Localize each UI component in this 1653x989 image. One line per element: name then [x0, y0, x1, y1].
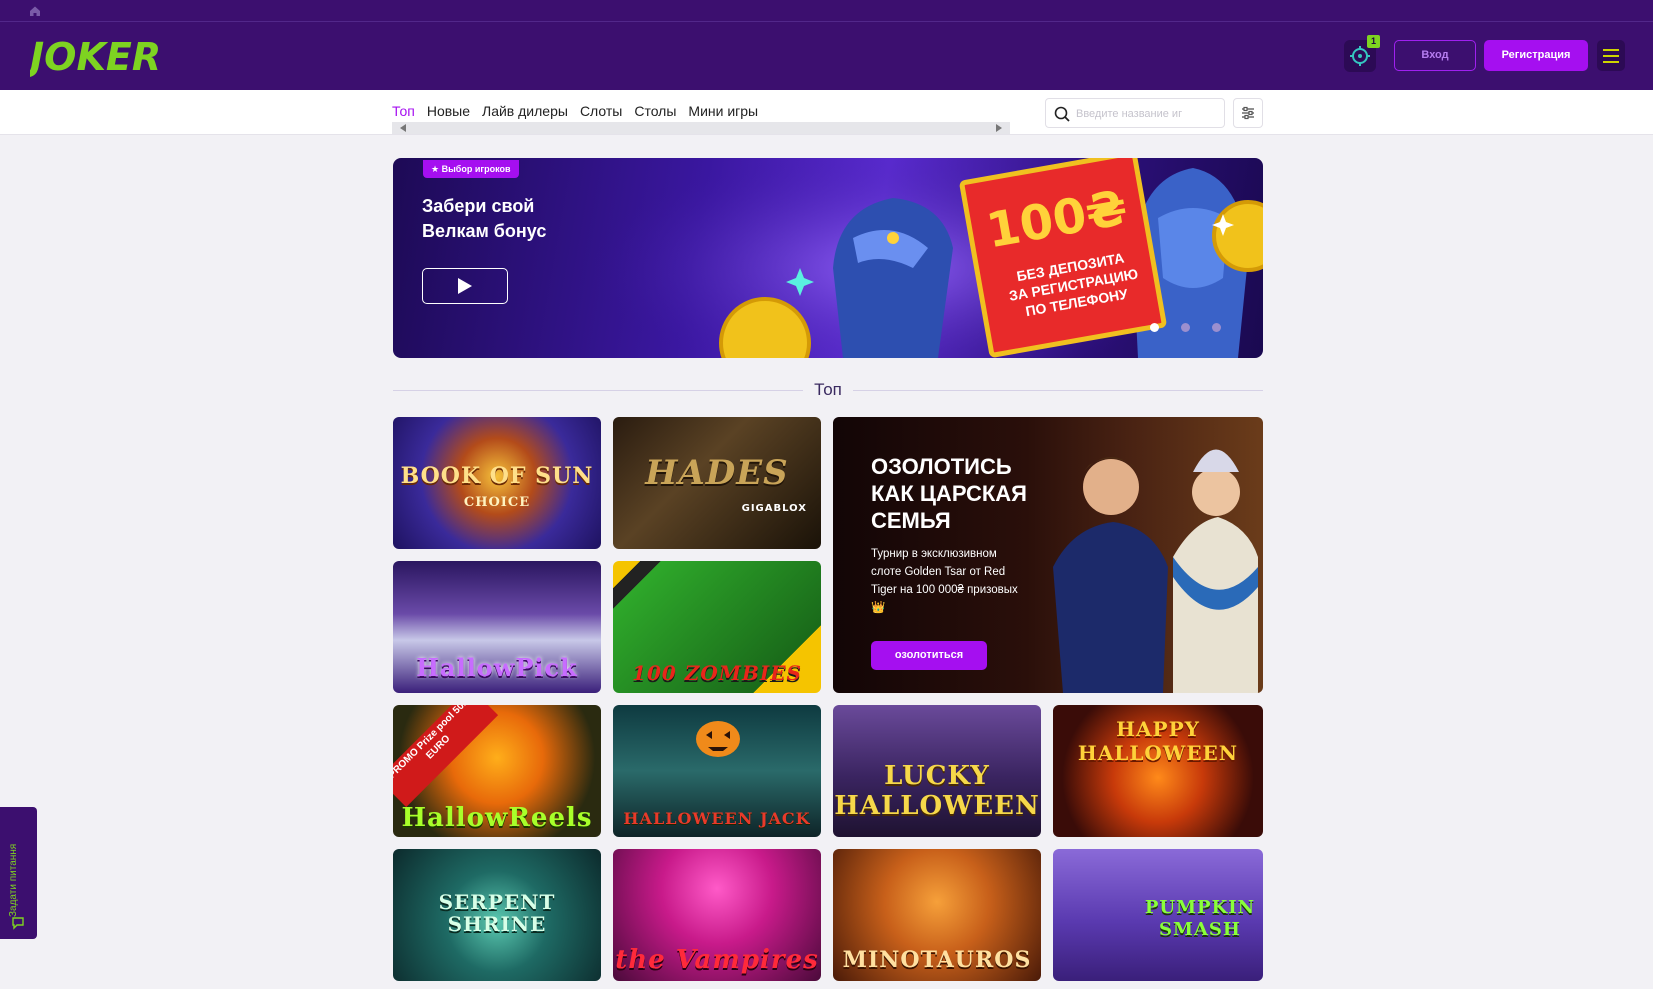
star-icon: ★: [431, 164, 442, 174]
game-tile[interactable]: HAPPY HALLOWEEN: [1053, 705, 1263, 837]
feedback-tab[interactable]: Задати питання: [0, 807, 37, 939]
filter-button[interactable]: [1233, 98, 1263, 128]
game-title: HallowPick: [416, 653, 578, 682]
game-title: LUCKY HALLOWEEN: [834, 761, 1040, 821]
game-tile[interactable]: the Vampires: [613, 849, 821, 981]
search-icon: [1054, 106, 1070, 122]
game-tile[interactable]: LUCKY HALLOWEEN: [833, 705, 1041, 837]
sliders-icon: [1242, 106, 1254, 120]
game-title: MINOTAUROS: [842, 947, 1032, 973]
game-tile[interactable]: HADES GIGABLOX: [613, 417, 821, 549]
top-strip: [0, 0, 1653, 22]
tabs-scrollbar[interactable]: [392, 122, 1010, 134]
game-tile[interactable]: BOOK OF SUN CHOICE: [393, 417, 601, 549]
pumpkin-icon: [696, 721, 740, 757]
joker-logo[interactable]: JOKER: [23, 32, 175, 80]
tab-live-dealers[interactable]: Лайв дилеры: [482, 103, 568, 119]
game-subtitle: CHOICE: [463, 495, 531, 510]
divider: [853, 390, 1263, 391]
game-tile[interactable]: PROMO Prize pool 50K EURO HallowReels: [393, 705, 601, 837]
home-icon[interactable]: [28, 4, 42, 18]
game-tile[interactable]: MINOTAUROS: [833, 849, 1041, 981]
game-tile[interactable]: 100 ZOMBIES: [613, 561, 821, 693]
carousel-dots: [1150, 323, 1221, 332]
players-choice-badge: ★ Выбор игроков: [423, 160, 519, 178]
game-tile[interactable]: PUMPKIN SMASH: [1053, 849, 1263, 981]
game-subtitle: GIGABLOX: [741, 503, 807, 514]
game-title: HallowReels: [401, 803, 593, 833]
category-tabs: Топ Новые Лайв дилеры Слоты Столы Мини и…: [392, 103, 758, 119]
tab-top[interactable]: Топ: [392, 103, 415, 119]
login-button[interactable]: Вход: [1394, 40, 1476, 71]
game-title: the Vampires: [615, 945, 819, 975]
promo-ribbon: PROMO Prize pool 50K EURO: [393, 705, 499, 808]
game-title: PUMPKIN SMASH: [1144, 897, 1256, 940]
tournament-description: Турнир в эксклюзивном слоте Golden Tsar …: [871, 548, 1018, 614]
banner-title: Забери свой Велкам бонус: [422, 196, 547, 241]
notification-badge: 1: [1367, 35, 1380, 48]
game-tile[interactable]: SERPENT SHRINE: [393, 849, 601, 981]
carousel-dot[interactable]: [1181, 323, 1190, 332]
scroll-left-icon[interactable]: [400, 124, 406, 132]
chat-bubble-icon: [12, 917, 24, 930]
game-title: BOOK OF SUN: [400, 463, 594, 489]
game-title: 100 ZOMBIES: [632, 661, 802, 685]
hamburger-icon: [1603, 48, 1619, 51]
tab-slots[interactable]: Слоты: [580, 103, 622, 119]
section-header: Топ: [393, 380, 1263, 400]
play-icon: [458, 278, 472, 294]
site-header: JOKER 1 Вход Регистрация: [0, 22, 1653, 90]
game-search: [1045, 98, 1225, 128]
game-title: HAPPY HALLOWEEN: [1077, 717, 1239, 765]
tab-tables[interactable]: Столы: [634, 103, 676, 119]
tab-mini-games[interactable]: Мини игры: [688, 103, 758, 119]
promo-card: 100₴ БЕЗ ДЕПОЗИТА ЗА РЕГИСТРАЦИЮ ПО ТЕЛЕ…: [958, 158, 1168, 358]
promo-banner[interactable]: 100₴ БЕЗ ДЕПОЗИТА ЗА РЕГИСТРАЦИЮ ПО ТЕЛЕ…: [393, 158, 1263, 358]
category-nav: Топ Новые Лайв дилеры Слоты Столы Мини и…: [0, 90, 1653, 135]
hamburger-menu-button[interactable]: [1597, 40, 1625, 71]
search-input[interactable]: [1076, 105, 1218, 123]
tournament-banner[interactable]: ОЗОЛОТИСЬ КАК ЦАРСКАЯ СЕМЬЯ Турнир в экс…: [833, 417, 1263, 693]
carousel-dot[interactable]: [1212, 323, 1221, 332]
crosshair-icon: [1350, 46, 1370, 66]
game-tile[interactable]: HALLOWEEN JACK: [613, 705, 821, 837]
feedback-label: Задати питання: [8, 843, 19, 917]
tournament-cta-button[interactable]: озолотиться: [871, 641, 987, 670]
carousel-dot[interactable]: [1150, 323, 1159, 332]
game-title: HADES: [645, 453, 789, 493]
banner-play-button[interactable]: [422, 268, 508, 304]
register-button[interactable]: Регистрация: [1484, 40, 1588, 71]
tab-new[interactable]: Новые: [427, 103, 470, 119]
game-title: SERPENT SHRINE: [438, 890, 556, 936]
game-tile[interactable]: HallowPick: [393, 561, 601, 693]
logo-text: JOKER: [30, 35, 161, 79]
game-title: HALLOWEEN JACK: [623, 809, 811, 828]
tournament-title: ОЗОЛОТИСЬ КАК ЦАРСКАЯ СЕМЬЯ: [871, 454, 1027, 533]
scroll-right-icon[interactable]: [996, 124, 1002, 132]
